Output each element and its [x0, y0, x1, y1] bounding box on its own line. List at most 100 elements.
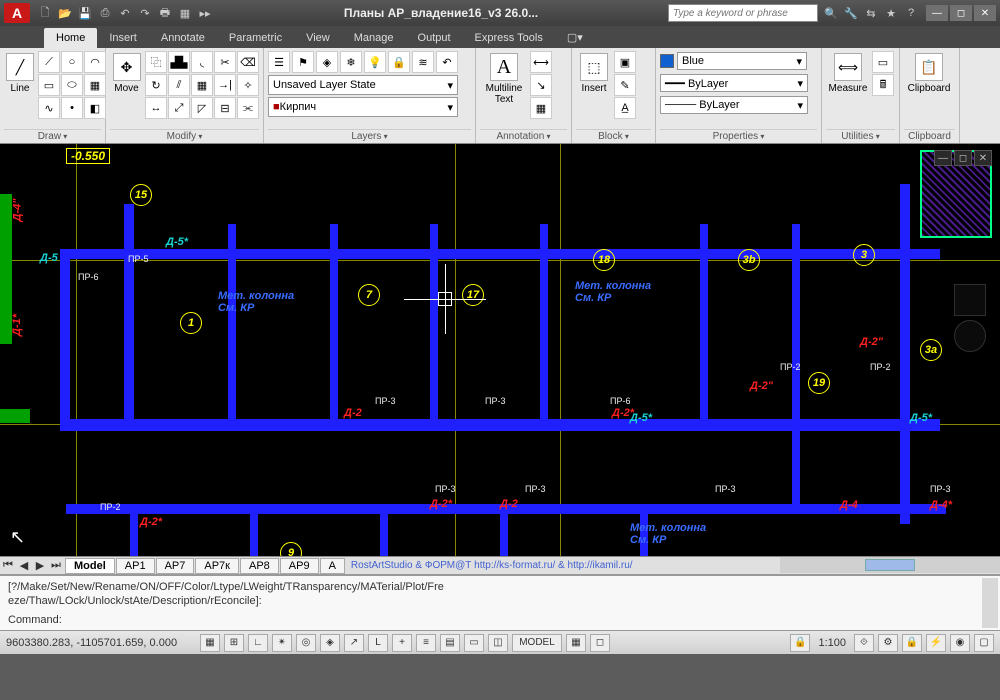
ellipse-icon[interactable]: ⬭	[61, 74, 83, 96]
panel-modify-title[interactable]: Modify	[110, 129, 259, 142]
help-search-input[interactable]	[668, 4, 818, 22]
layout-tab-model[interactable]: Model	[65, 558, 115, 574]
tab-annotate[interactable]: Annotate	[149, 28, 217, 48]
help-icon[interactable]: ?	[902, 4, 920, 22]
tab-view[interactable]: View	[294, 28, 342, 48]
layer-state-combo[interactable]: Unsaved Layer State▾	[268, 75, 458, 95]
save-icon[interactable]: 💾	[76, 4, 94, 22]
h-scrollbar[interactable]	[780, 557, 1000, 573]
tab-manage[interactable]: Manage	[342, 28, 406, 48]
tab-last-icon[interactable]: ⏭	[48, 558, 64, 574]
layer-prop-icon[interactable]: ☰	[268, 51, 290, 73]
offset-icon[interactable]: ⫽	[168, 74, 190, 96]
panel-layers-title[interactable]: Layers	[268, 129, 471, 142]
circle-icon[interactable]: ○	[61, 51, 83, 73]
create-block-icon[interactable]: ▣	[614, 51, 636, 73]
ortho-toggle[interactable]: ∟	[248, 634, 268, 652]
layout-tab-ar7k[interactable]: АР7к	[195, 558, 239, 574]
vp-min-icon[interactable]: —	[934, 150, 952, 166]
array-icon[interactable]: ▦	[191, 74, 213, 96]
lineweight-combo[interactable]: ━━━ ByLayer▾	[660, 74, 808, 92]
grid-toggle[interactable]: ⊞	[224, 634, 244, 652]
clean-screen-icon[interactable]: ▢	[974, 634, 994, 652]
stretch-icon[interactable]: ↔	[145, 97, 167, 119]
polar-toggle[interactable]: ✴	[272, 634, 292, 652]
move-tool[interactable]: ✥Move	[110, 51, 143, 96]
color-combo[interactable]: Blue▾	[677, 52, 807, 70]
tab-parametric[interactable]: Parametric	[217, 28, 294, 48]
snap-toggle[interactable]: ▦	[200, 634, 220, 652]
select-icon[interactable]: ▭	[872, 51, 894, 73]
layer-prev-icon[interactable]: ↶	[436, 51, 458, 73]
vp-max-icon[interactable]: ◻	[954, 150, 972, 166]
tab-insert[interactable]: Insert	[97, 28, 149, 48]
binoculars-icon[interactable]: 🔍	[822, 4, 840, 22]
undo-icon[interactable]: ↶	[116, 4, 134, 22]
annoscale-lock-icon[interactable]: 🔒	[790, 634, 810, 652]
cmd-scrollbar[interactable]	[982, 578, 998, 628]
dim-linear-icon[interactable]: ⟷	[530, 51, 552, 73]
tab-express[interactable]: Express Tools	[463, 28, 555, 48]
isolate-icon[interactable]: ◉	[950, 634, 970, 652]
publish-icon[interactable]: ▸▸	[196, 4, 214, 22]
minimize-button[interactable]: —	[926, 5, 948, 21]
tab-overflow-icon[interactable]: ▢▾	[555, 27, 595, 48]
break-icon[interactable]: ⊟	[214, 97, 236, 119]
saveas-icon[interactable]: ⎙	[96, 4, 114, 22]
hardware-accel-icon[interactable]: ⚡	[926, 634, 946, 652]
dyn-toggle[interactable]: +	[392, 634, 412, 652]
color-swatch[interactable]	[660, 54, 674, 68]
layer-lock-icon[interactable]: 🔒	[388, 51, 410, 73]
join-icon[interactable]: ⫘	[237, 97, 259, 119]
measure-tool[interactable]: ⟺Measure	[826, 51, 870, 96]
clipboard-tool[interactable]: 📋Clipboard	[904, 51, 954, 96]
vp-close-icon[interactable]: ✕	[974, 150, 992, 166]
region-icon[interactable]: ◧	[84, 97, 106, 119]
maximize-button[interactable]: ◻	[950, 5, 972, 21]
tpy-toggle[interactable]: ▤	[440, 634, 460, 652]
rotate-icon[interactable]: ↻	[145, 74, 167, 96]
tab-home[interactable]: Home	[44, 28, 97, 48]
layout-quick-icon[interactable]: ▦	[566, 634, 586, 652]
edit-block-icon[interactable]: ✎	[614, 74, 636, 96]
redo-icon[interactable]: ↷	[136, 4, 154, 22]
panel-draw-title[interactable]: Draw	[4, 129, 101, 142]
plot-icon[interactable]: ▦	[176, 4, 194, 22]
panel-block-title[interactable]: Block	[576, 129, 651, 142]
layout-max-icon[interactable]: ◻	[590, 634, 610, 652]
close-button[interactable]: ✕	[974, 5, 996, 21]
layer-current-combo[interactable]: ■ Кирпич▾	[268, 97, 458, 117]
ws-switch-icon[interactable]: ⚙	[878, 634, 898, 652]
rect-icon[interactable]: ▭	[38, 74, 60, 96]
trim-icon[interactable]: ✂	[214, 51, 236, 73]
copy-icon[interactable]: ⿻	[145, 51, 167, 73]
new-icon[interactable]: 🗋	[36, 4, 54, 22]
otrack-toggle[interactable]: ↗	[344, 634, 364, 652]
toolbar-lock-icon[interactable]: 🔒	[902, 634, 922, 652]
linetype-combo[interactable]: ──── ByLayer▾	[660, 96, 808, 114]
layout-tab-ar1[interactable]: АР1	[116, 558, 155, 574]
layout-tab-a[interactable]: А	[320, 558, 345, 574]
3dosnap-toggle[interactable]: ◈	[320, 634, 340, 652]
attr-icon[interactable]: A̲	[614, 97, 636, 119]
tab-output[interactable]: Output	[406, 28, 463, 48]
insert-tool[interactable]: ⬚Insert	[576, 51, 612, 96]
layer-states-icon[interactable]: ⚑	[292, 51, 314, 73]
annoscale-icon[interactable]: ⟐	[854, 634, 874, 652]
mtext-tool[interactable]: AMultiline Text	[480, 51, 528, 107]
tab-next-icon[interactable]: ▶	[32, 558, 48, 574]
anno-scale[interactable]: 1:100	[818, 637, 846, 649]
mirror-icon[interactable]: ▟▙	[168, 51, 190, 73]
nav-bar[interactable]	[954, 284, 990, 404]
scale-icon[interactable]: ⤢	[168, 97, 190, 119]
erase-icon[interactable]: ⌫	[237, 51, 259, 73]
sc-toggle[interactable]: ◫	[488, 634, 508, 652]
extend-icon[interactable]: →|	[214, 74, 236, 96]
explode-icon[interactable]: ✧	[237, 74, 259, 96]
layer-match-icon[interactable]: ≋	[412, 51, 434, 73]
fillet-icon[interactable]: ◟	[191, 51, 213, 73]
point-icon[interactable]: •	[61, 97, 83, 119]
layout-tab-ar7[interactable]: АР7	[156, 558, 195, 574]
exchange-icon[interactable]: ⇆	[862, 4, 880, 22]
drawing-canvas[interactable]: -0.550 15 1 7 17 18 3b 3 3a 19 9 Д-5 Д-5…	[0, 144, 1000, 556]
